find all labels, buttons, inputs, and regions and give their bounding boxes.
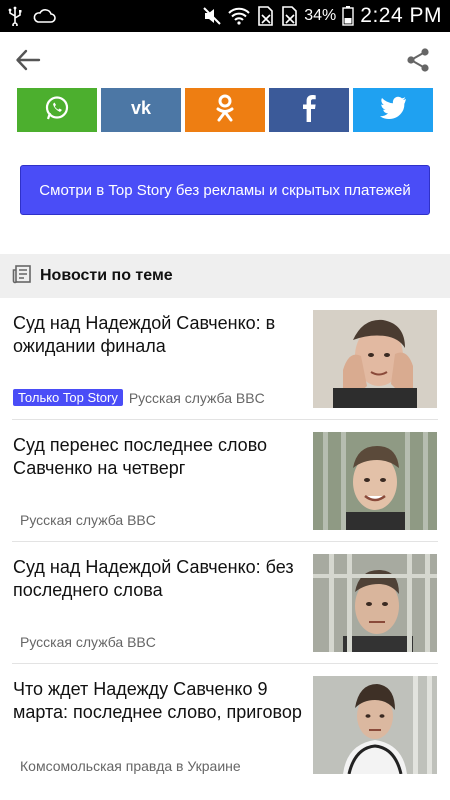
- mute-icon: [202, 6, 222, 26]
- share-buttons-row: vk: [17, 88, 433, 132]
- clock: 2:24 PM: [360, 4, 442, 27]
- news-meta: Русская служба BBC: [20, 634, 156, 650]
- news-item[interactable]: Суд перенес последнее слово Савченко на …: [0, 420, 450, 542]
- news-thumbnail[interactable]: [313, 554, 437, 652]
- news-headline[interactable]: Суд над Надеждой Савченко: без последнег…: [13, 556, 303, 602]
- cloud-icon: [32, 8, 56, 24]
- news-headline[interactable]: Суд перенес последнее слово Савченко на …: [13, 434, 303, 480]
- vk-icon: vk: [124, 98, 158, 123]
- status-right-icons: 34% 2:24 PM: [202, 4, 442, 28]
- odnoklassniki-icon: [214, 93, 236, 128]
- news-headline[interactable]: Суд над Надеждой Савченко: в ожидании фи…: [13, 312, 303, 358]
- share-twitter-button[interactable]: [353, 88, 433, 132]
- news-thumbnail[interactable]: [313, 310, 437, 408]
- status-left-icons: [8, 6, 56, 26]
- news-source: Русская служба BBC: [20, 634, 156, 650]
- news-meta: Комсомольская правда в Украине: [20, 758, 241, 774]
- svg-text:vk: vk: [131, 98, 152, 118]
- news-source: Русская служба BBC: [128, 389, 265, 406]
- twitter-icon: [379, 96, 407, 125]
- battery-percent: 34%: [304, 7, 337, 24]
- wifi-icon: [228, 7, 250, 25]
- share-whatsapp-button[interactable]: [17, 88, 97, 132]
- news-meta: Только Top Story Русская служба BBC: [13, 389, 265, 406]
- news-thumbnail[interactable]: [313, 676, 437, 774]
- no-sim-1-icon: [256, 6, 274, 26]
- battery-icon: [342, 6, 354, 26]
- news-source: Русская служба BBC: [20, 512, 156, 528]
- news-source: Комсомольская правда в Украине: [20, 758, 241, 774]
- news-meta: Русская служба BBC: [20, 512, 156, 528]
- back-arrow-icon[interactable]: [14, 46, 42, 74]
- no-sim-2-icon: [280, 6, 298, 26]
- app-bar: [0, 32, 450, 88]
- share-facebook-button[interactable]: [269, 88, 349, 132]
- share-odnoklassniki-button[interactable]: [185, 88, 265, 132]
- news-item[interactable]: Суд над Надеждой Савченко: в ожидании фи…: [0, 298, 450, 420]
- section-title: Новости по теме: [40, 267, 173, 284]
- status-bar: 34% 2:24 PM: [0, 0, 450, 32]
- news-item[interactable]: Что ждет Надежду Савченко 9 марта: после…: [0, 664, 450, 786]
- newspaper-icon: [12, 264, 32, 289]
- usb-icon: [8, 6, 22, 26]
- promo-button[interactable]: Смотри в Top Story без рекламы и скрытых…: [20, 165, 430, 215]
- share-icon[interactable]: [404, 46, 432, 74]
- exclusive-badge: Только Top Story: [13, 389, 123, 406]
- whatsapp-icon: [43, 94, 71, 127]
- news-item[interactable]: Суд над Надеждой Савченко: без последнег…: [0, 542, 450, 664]
- news-headline[interactable]: Что ждет Надежду Савченко 9 марта: после…: [13, 678, 303, 724]
- news-thumbnail[interactable]: [313, 432, 437, 530]
- related-news-header: Новости по теме: [0, 254, 450, 298]
- facebook-icon: [301, 94, 317, 127]
- share-vk-button[interactable]: vk: [101, 88, 181, 132]
